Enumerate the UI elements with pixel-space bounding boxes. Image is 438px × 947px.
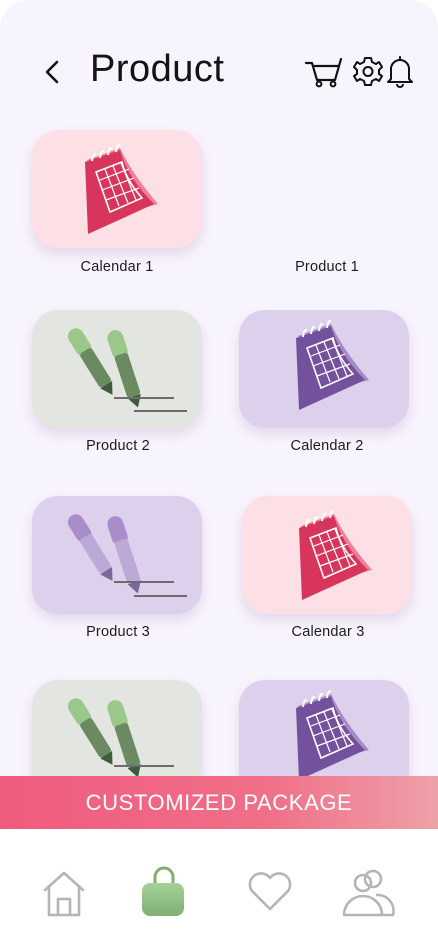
calendar-icon — [296, 319, 369, 410]
product-screen: Product Calendar 1 Product 1 Product 2 C… — [0, 0, 438, 947]
cart-icon[interactable] — [304, 53, 344, 89]
nav-shop[interactable] — [136, 865, 192, 919]
customized-package-button[interactable]: CUSTOMIZED PACKAGE — [0, 776, 438, 829]
product-label: Product 2 — [86, 438, 150, 454]
heart-icon — [248, 872, 292, 911]
shopping-bag-icon — [142, 866, 184, 916]
nav-home[interactable] — [36, 865, 92, 919]
pens-icon — [67, 514, 187, 597]
product-label: Calendar 1 — [80, 259, 154, 275]
page-title: Product — [90, 48, 225, 90]
product-card-calendar-3[interactable] — [242, 496, 412, 614]
back-arrow-icon[interactable] — [38, 55, 68, 89]
product-label: Calendar 3 — [291, 624, 365, 640]
nav-profile[interactable] — [340, 865, 396, 919]
home-icon — [43, 871, 85, 917]
product-label: Calendar 2 — [290, 438, 364, 454]
header: Product — [0, 0, 438, 130]
calendar-icon — [85, 143, 158, 234]
product-card-product-3[interactable] — [32, 496, 202, 614]
gear-icon[interactable] — [352, 53, 384, 89]
product-card-calendar-2[interactable] — [239, 310, 409, 428]
pens-icon — [67, 328, 187, 412]
calendar-icon — [299, 509, 372, 600]
product-label: Product 3 — [86, 624, 150, 640]
bell-icon[interactable] — [386, 53, 414, 89]
bottom-nav — [0, 829, 438, 947]
product-card-product-2[interactable] — [32, 310, 202, 428]
product-label: Product 1 — [295, 259, 359, 275]
nav-favorites[interactable] — [242, 865, 298, 919]
users-icon — [342, 869, 395, 917]
product-card-calendar-1[interactable] — [32, 130, 202, 248]
